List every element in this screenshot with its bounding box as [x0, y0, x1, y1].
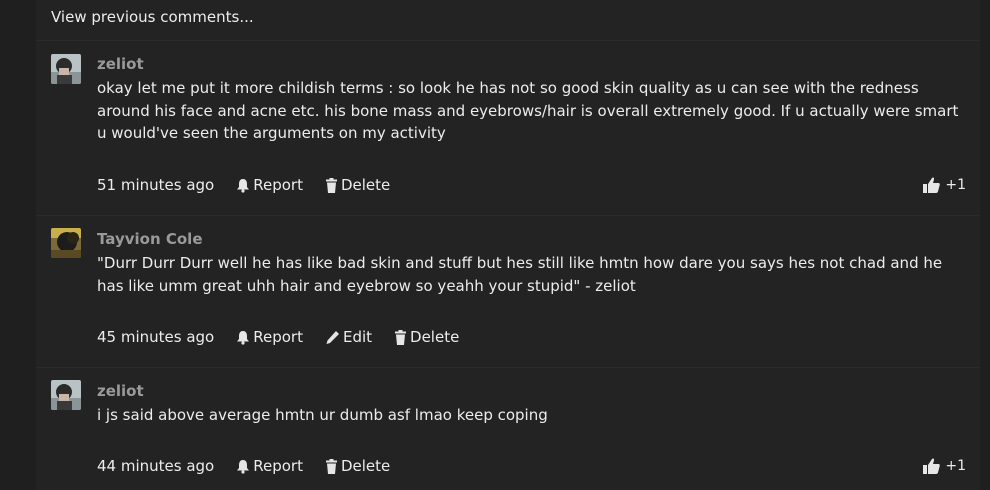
edit-label: Edit	[342, 328, 373, 346]
comment-actions: 44 minutes ago Report Delete	[97, 457, 412, 475]
bell-icon	[237, 330, 250, 345]
comment-author[interactable]: Tayvion Cole	[97, 230, 203, 248]
report-button[interactable]: Report	[236, 176, 303, 194]
delete-button[interactable]: Delete	[394, 328, 459, 346]
delete-label: Delete	[340, 176, 391, 194]
avatar[interactable]	[51, 380, 81, 410]
avatar[interactable]	[51, 228, 81, 258]
like-button[interactable]: +1	[923, 458, 966, 474]
bell-icon	[237, 459, 250, 474]
delete-button[interactable]: Delete	[325, 176, 390, 194]
comment-timestamp: 45 minutes ago	[97, 328, 215, 346]
pencil-icon	[326, 330, 339, 344]
delete-button[interactable]: Delete	[325, 457, 390, 475]
report-label: Report	[253, 328, 303, 346]
comment-text: "Durr Durr Durr well he has like bad ski…	[97, 254, 943, 295]
delete-label: Delete	[340, 457, 391, 475]
thumbs-up-icon	[923, 458, 941, 474]
report-button[interactable]: Report	[236, 328, 303, 346]
report-button[interactable]: Report	[236, 457, 303, 475]
view-previous-comments-link[interactable]: View previous comments...	[51, 8, 254, 26]
comment-timestamp: 51 minutes ago	[97, 176, 215, 194]
bell-icon	[237, 178, 250, 193]
thumbs-up-icon	[923, 177, 941, 193]
comment-text: okay let me put it more childish terms :…	[97, 79, 959, 142]
like-button[interactable]: +1	[923, 177, 966, 193]
delete-label: Delete	[410, 328, 460, 346]
report-label: Report	[253, 176, 303, 194]
like-count: +1	[945, 177, 966, 193]
avatar[interactable]	[51, 54, 81, 84]
comment-actions: 51 minutes ago Report Delete	[97, 176, 412, 194]
trash-icon	[325, 177, 337, 193]
comment-item: zeliot i js said above average hmtn ur d…	[37, 368, 979, 490]
comment-author[interactable]: zeliot	[97, 55, 144, 73]
comment-timestamp: 44 minutes ago	[97, 457, 215, 475]
edit-button[interactable]: Edit	[325, 328, 372, 346]
comment-item: zeliot okay let me put it more childish …	[37, 41, 979, 215]
report-label: Report	[253, 457, 303, 475]
like-count: +1	[945, 458, 966, 474]
comment-actions: 45 minutes ago Report Edit Delete	[97, 328, 481, 346]
comment-author[interactable]: zeliot	[97, 382, 144, 400]
comment-item: Tayvion Cole "Durr Durr Durr well he has…	[37, 216, 979, 367]
trash-icon	[395, 329, 407, 345]
trash-icon	[325, 458, 337, 474]
comment-text: i js said above average hmtn ur dumb asf…	[97, 406, 548, 424]
